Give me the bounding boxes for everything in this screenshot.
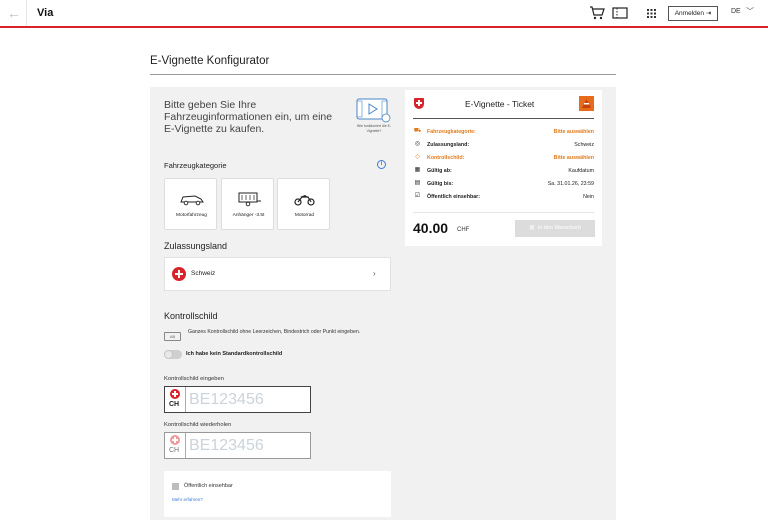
ticket-row-key: Kontrollschild: bbox=[427, 155, 465, 161]
toggle-label: Ich habe kein Standardkontrollschild bbox=[186, 351, 283, 357]
car-outline-icon: ⛟ bbox=[413, 128, 422, 134]
cart-icon: 🛒︎ bbox=[528, 225, 536, 231]
location-icon: ◎ bbox=[414, 141, 421, 147]
plate-hint-text: Ganzes Kontrollschild ohne Leerzeichen, … bbox=[188, 329, 361, 335]
plate-repeat-input[interactable]: CH BE123456 bbox=[164, 432, 311, 459]
ticket-row-valid-from: ▦ Gültig ab: Kaufdatum bbox=[413, 166, 594, 177]
ticket-row-value: Nein bbox=[583, 194, 594, 200]
ticket-row-valid-until: ▤ Gültig bis: Sa. 31.01.26, 23:59 bbox=[413, 179, 594, 190]
country-value: Schweiz bbox=[191, 270, 216, 277]
category-card-motorfahrzeug[interactable]: Motorfahrzeug bbox=[164, 178, 217, 230]
plate-section-label: Kontrollschild bbox=[164, 311, 218, 321]
ch-badge: CH bbox=[165, 387, 186, 412]
toggle-knob bbox=[164, 350, 173, 359]
plate-hint-icon: AB bbox=[164, 332, 181, 341]
swiss-cross-icon bbox=[170, 435, 180, 445]
standard-plate-toggle[interactable] bbox=[164, 350, 182, 359]
apps-grid-icon[interactable] bbox=[647, 9, 656, 18]
divider bbox=[26, 0, 27, 26]
plate-repeat-label: Kontrollschild wiederholen bbox=[164, 422, 232, 428]
car-icon bbox=[180, 195, 204, 206]
ticket-row-value: Bitte auswählen bbox=[553, 155, 594, 161]
page-title: E-Vignette Konfigurator bbox=[150, 55, 270, 67]
checkbox-icon: ☑ bbox=[414, 193, 421, 199]
video-caption[interactable]: Wie funktioniert die E-Vignette? bbox=[354, 124, 394, 134]
vignette-logo-icon bbox=[579, 96, 594, 111]
ticket-summary: E-Vignette - Ticket ⛟ Fahrzeugkategorie:… bbox=[405, 90, 602, 246]
public-visibility-box: Öffentlich einsehbar Mehr erfahren? bbox=[164, 471, 391, 517]
swiss-shield-icon bbox=[414, 98, 424, 109]
ticket-row-value: Sa. 31.01.26, 23:59 bbox=[547, 181, 594, 187]
country-select[interactable]: Schweiz › bbox=[164, 257, 391, 291]
brand-name: Via bbox=[37, 7, 54, 19]
language-selector[interactable]: DE bbox=[731, 8, 741, 15]
trailer-icon bbox=[238, 192, 261, 207]
ticket-row-key: Fahrzeugkategorie: bbox=[427, 129, 476, 135]
intro-text: Bitte geben Sie Ihre Fahrzeuginformation… bbox=[164, 99, 333, 135]
ticket-row-country: ◎ Zulassungsland: Schweiz bbox=[413, 140, 594, 151]
public-checkbox[interactable] bbox=[172, 483, 179, 490]
ticket-row-key: Gültig ab: bbox=[427, 168, 452, 174]
info-icon[interactable]: i bbox=[377, 160, 386, 169]
ticket-title: E-Vignette - Ticket bbox=[465, 99, 535, 109]
login-button[interactable]: Anmelden ⇥ bbox=[668, 6, 718, 21]
add-to-cart-label: In den Warenkorb bbox=[537, 225, 582, 231]
divider bbox=[413, 212, 594, 213]
cart-icon[interactable] bbox=[589, 6, 605, 20]
swiss-cross-icon bbox=[170, 389, 180, 399]
ticket-icon[interactable] bbox=[612, 6, 628, 20]
plate-placeholder: BE123456 bbox=[189, 437, 264, 454]
ticket-row-key: Gültig bis: bbox=[427, 181, 454, 187]
login-arrow-icon: ⇥ bbox=[705, 10, 712, 17]
add-to-cart-button[interactable]: 🛒︎ In den Warenkorb bbox=[515, 220, 595, 237]
more-info-link[interactable]: Mehr erfahren? bbox=[172, 497, 203, 502]
category-card-anhaenger[interactable]: Anhänger -3.5t bbox=[221, 178, 274, 230]
plate-input[interactable]: CH BE123456 bbox=[164, 386, 311, 413]
login-label: Anmelden bbox=[674, 10, 704, 17]
category-card-motorrad[interactable]: Motorrad bbox=[277, 178, 330, 230]
calendar-end-icon: ▤ bbox=[414, 180, 421, 186]
ticket-row-public: ☑ Öffentlich einsehbar: Nein bbox=[413, 192, 594, 203]
tag-icon: ◇ bbox=[415, 154, 420, 160]
ch-badge: CH bbox=[165, 433, 186, 458]
ticket-price: 40.00 bbox=[413, 220, 449, 236]
chevron-right-icon: › bbox=[373, 269, 376, 278]
calendar-icon: ▦ bbox=[414, 167, 421, 173]
ticket-row-plate: ◇ Kontrollschild: Bitte auswählen bbox=[413, 153, 594, 164]
category-label: Motorrad bbox=[294, 213, 315, 218]
back-arrow-icon[interactable]: ← bbox=[4, 4, 24, 22]
ticket-row-key: Zulassungsland: bbox=[427, 142, 470, 148]
divider bbox=[150, 74, 616, 75]
motorcycle-icon bbox=[294, 195, 315, 206]
ticket-row-value: Kaufdatum bbox=[568, 168, 594, 174]
ticket-row-vehicle: ⛟ Fahrzeugkategorie: Bitte auswählen bbox=[413, 127, 594, 138]
category-label: Motorfahrzeug bbox=[176, 213, 207, 218]
country-code: CH bbox=[169, 401, 180, 408]
ticket-row-key: Öffentlich einsehbar: bbox=[427, 194, 480, 200]
country-section-label: Zulassungsland bbox=[164, 241, 228, 251]
divider bbox=[413, 118, 594, 119]
swiss-flag-icon bbox=[172, 267, 186, 281]
ticket-row-value: Bitte auswählen bbox=[553, 129, 594, 135]
category-label: Anhänger -3.5t bbox=[232, 213, 265, 218]
chevron-down-icon[interactable]: ﹀ bbox=[746, 6, 754, 17]
country-code: CH bbox=[169, 447, 180, 454]
plate-input-label: Kontrollschild eingeben bbox=[164, 376, 224, 382]
ticket-currency: CHF bbox=[457, 227, 470, 233]
plate-placeholder: BE123456 bbox=[189, 391, 264, 408]
vehicle-category-label: Fahrzeugkategorie bbox=[164, 161, 227, 170]
video-play-icon[interactable] bbox=[356, 98, 391, 124]
public-label: Öffentlich einsehbar bbox=[184, 483, 233, 489]
ticket-row-value: Schweiz bbox=[574, 142, 594, 148]
top-bar: ← Via Anmelden ⇥ DE ﹀ bbox=[0, 0, 768, 28]
